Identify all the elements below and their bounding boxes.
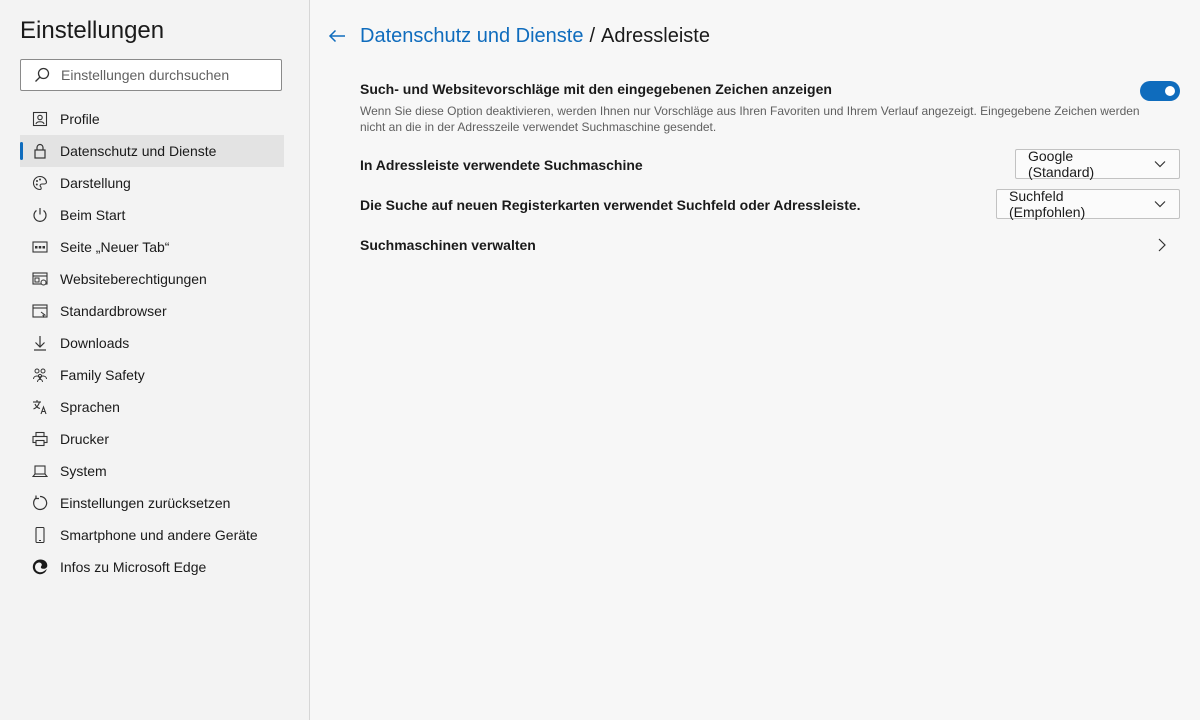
sidebar-item-phone-devices[interactable]: Smartphone und andere Geräte (20, 519, 284, 551)
new-tab-search-dropdown[interactable]: Suchfeld (Empfohlen) (996, 188, 1180, 220)
sidebar-item-languages[interactable]: Sprachen (20, 391, 284, 423)
setting-description: Wenn Sie diese Option deaktivieren, werd… (360, 104, 1140, 134)
sidebar-item-label: Websiteberechtigungen (60, 271, 207, 287)
sidebar-item-default-browser[interactable]: Standardbrowser (20, 295, 284, 327)
sidebar-item-label: Infos zu Microsoft Edge (60, 559, 207, 575)
sidebar-nav: Profile Datenschutz und Dienste Darstell… (20, 103, 284, 583)
sidebar-item-appearance[interactable]: Darstellung (20, 167, 284, 199)
sidebar-item-privacy[interactable]: Datenschutz und Dienste (20, 135, 284, 167)
breadcrumb-parent-link[interactable]: Datenschutz und Dienste (360, 25, 583, 48)
sidebar-title: Einstellungen (20, 17, 165, 44)
search-engine-dropdown[interactable]: Google (Standard) (1015, 148, 1180, 180)
sidebar-item-new-tab-page[interactable]: Seite „Neuer Tab“ (20, 231, 284, 263)
site-permissions-icon (31, 270, 49, 288)
setting-search-suggestions: Such- und Websitevorschläge mit den eing… (360, 81, 1180, 141)
sidebar-item-about-edge[interactable]: Infos zu Microsoft Edge (20, 551, 284, 583)
sidebar-item-label: Drucker (60, 431, 110, 447)
power-icon (31, 206, 49, 224)
sidebar-item-printers[interactable]: Drucker (20, 423, 284, 455)
sidebar-item-label: Downloads (60, 335, 130, 351)
smartphone-icon (31, 526, 49, 544)
setting-new-tab-search: Die Suche auf neuen Registerkarten verwe… (360, 188, 1180, 221)
settings-search-box[interactable] (20, 59, 282, 91)
back-arrow-icon[interactable] (328, 26, 348, 46)
sidebar: Einstellungen Profile Datenschutz und Di… (0, 0, 310, 720)
family-icon (31, 366, 49, 384)
sidebar-item-site-permissions[interactable]: Websiteberechtigungen (20, 263, 284, 295)
chevron-down-icon (1153, 157, 1167, 171)
dropdown-value: Suchfeld (Empfohlen) (1009, 188, 1086, 220)
download-icon (31, 334, 49, 352)
settings-content: Datenschutz und Dienste / Adressleiste S… (310, 0, 1200, 720)
breadcrumb-separator: / (589, 24, 596, 47)
sidebar-item-label: Sprachen (60, 399, 120, 415)
setting-manage-search-engines[interactable]: Suchmaschinen verwalten (360, 237, 1180, 255)
sidebar-item-system[interactable]: System (20, 455, 284, 487)
settings-search-input[interactable] (61, 67, 261, 83)
chevron-right-icon[interactable] (1156, 237, 1168, 253)
laptop-icon (31, 462, 49, 480)
chevron-down-icon (1153, 197, 1167, 211)
sidebar-item-family-safety[interactable]: Family Safety (20, 359, 284, 391)
sidebar-item-on-startup[interactable]: Beim Start (20, 199, 284, 231)
sidebar-item-label: Seite „Neuer Tab“ (60, 239, 170, 255)
sidebar-item-label: Smartphone und andere Geräte (60, 527, 258, 543)
sidebar-item-label: Family Safety (60, 367, 145, 383)
sidebar-item-label: Darstellung (60, 175, 131, 191)
sidebar-item-label: Beim Start (60, 207, 126, 223)
sidebar-item-label: Datenschutz und Dienste (60, 143, 217, 159)
sidebar-item-label: System (60, 463, 107, 479)
toggle-knob (1165, 86, 1175, 96)
printer-icon (31, 430, 49, 448)
setting-search-engine: In Adressleiste verwendete Suchmaschine … (360, 148, 1180, 181)
sidebar-item-label: Einstellungen zurücksetzen (60, 495, 231, 511)
reset-icon (31, 494, 49, 512)
sidebar-item-profile[interactable]: Profile (20, 103, 284, 135)
sidebar-item-reset-settings[interactable]: Einstellungen zurücksetzen (20, 487, 284, 519)
search-icon (33, 66, 51, 84)
dropdown-value: Google (Standard) (1028, 148, 1095, 180)
setting-title: Suchmaschinen verwalten (360, 237, 536, 253)
sidebar-item-downloads[interactable]: Downloads (20, 327, 284, 359)
default-browser-icon (31, 302, 49, 320)
sidebar-item-label: Standardbrowser (60, 303, 167, 319)
setting-title: Such- und Websitevorschläge mit den eing… (360, 81, 832, 97)
edge-logo-icon (31, 558, 49, 576)
page-title: Adressleiste (601, 24, 710, 47)
suggestions-toggle[interactable] (1140, 81, 1180, 101)
lock-icon (31, 142, 49, 160)
palette-icon (31, 174, 49, 192)
breadcrumb: Datenschutz und Dienste / Adressleiste (328, 20, 710, 52)
languages-icon (31, 398, 49, 416)
profile-icon (31, 110, 49, 128)
sidebar-item-label: Profile (60, 111, 100, 127)
new-tab-icon (31, 238, 49, 256)
